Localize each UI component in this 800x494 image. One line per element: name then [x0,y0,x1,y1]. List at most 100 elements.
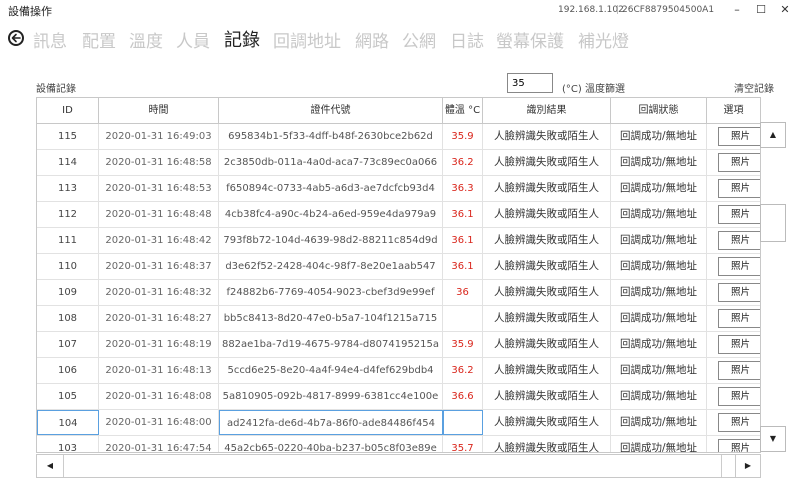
scroll-left-button[interactable]: ◀ [37,455,63,477]
horizontal-scrollbar[interactable]: ◀ [36,454,761,478]
table-row[interactable]: 104 2020-01-31 16:48:00 ad2412fa-de6d-4b7a… [37,410,760,436]
header-time[interactable]: 時間 [99,98,219,123]
cell-time: 2020-01-31 16:48:58 [99,150,219,175]
tab-fill-light[interactable]: 補光燈 [578,27,629,52]
cell-id: 105 [37,384,99,409]
tab-network[interactable]: 網路 [355,27,389,52]
cell-cert: 5ccd6e25-8e20-4a4f-94e4-d4fef629bdb4 [219,358,443,383]
cell-temp: 36.1 [443,202,483,227]
table-row[interactable]: 105 2020-01-31 16:48:08 5a810905-092b-4817… [37,384,760,410]
tab-callback-address[interactable]: 回調地址 [273,27,341,52]
scroll-thumb[interactable] [760,204,786,242]
cell-temp [443,306,483,331]
cell-callback: 回調成功/無地址 [611,150,707,175]
cell-cert: bb5c8413-8d20-47e0-b5a7-104f1215a715 [219,306,443,331]
cell-id: 109 [37,280,99,305]
table-row[interactable]: 111 2020-01-31 16:48:42 793f8b72-104d-4639… [37,228,760,254]
photo-button[interactable]: 照片 [718,361,760,380]
scroll-up-button[interactable]: ▲ [760,122,786,148]
vertical-scrollbar[interactable]: ▲ ▼ [760,122,786,452]
cell-callback: 回調成功/無地址 [611,306,707,331]
table-row[interactable]: 103 2020-01-31 16:47:54 45a2cb65-0220-40ba… [37,436,760,452]
title-bar: 設備操作 192.168.1.102 | 26CF8879504500A1 – … [0,0,800,20]
cell-temp: 36.1 [443,254,483,279]
header-options[interactable]: 選項 [707,98,760,123]
cell-cert: 2c3850db-011a-4a0d-aca7-73c89ec0a066 [219,150,443,175]
cell-result: 人臉辨識失敗或陌生人 [483,358,611,383]
header-callback[interactable]: 回調狀態 [611,98,707,123]
tab-messages[interactable]: 訊息 [33,27,67,52]
photo-button[interactable]: 照片 [718,205,760,224]
cell-time: 2020-01-31 16:48:37 [99,254,219,279]
photo-button[interactable]: 照片 [718,179,760,198]
cell-callback: 回調成功/無地址 [611,384,707,409]
photo-button[interactable]: 照片 [718,283,760,302]
table-row[interactable]: 113 2020-01-31 16:48:53 f650894c-0733-4ab5… [37,176,760,202]
table-row[interactable]: 107 2020-01-31 16:48:19 882ae1ba-7d19-4675… [37,332,760,358]
photo-button[interactable]: 照片 [718,335,760,354]
header-cert[interactable]: 證件代號 [219,98,443,123]
table-row[interactable]: 112 2020-01-31 16:48:48 4cb38fc4-a90c-4b24… [37,202,760,228]
cell-callback: 回調成功/無地址 [611,358,707,383]
cell-cert: 45a2cb65-0220-40ba-b237-b05c8f03e89e [219,436,443,452]
tab-personnel[interactable]: 人員 [176,27,210,52]
cell-result: 人臉辨識失敗或陌生人 [483,176,611,201]
cell-id: 114 [37,150,99,175]
cell-temp [443,410,483,435]
table-row[interactable]: 114 2020-01-31 16:48:58 2c3850db-011a-4a0d… [37,150,760,176]
cell-callback: 回調成功/無地址 [611,332,707,357]
photo-button[interactable]: 照片 [718,231,760,250]
header-result[interactable]: 識別結果 [483,98,611,123]
photo-button[interactable]: 照片 [718,127,760,146]
device-id: 26CF8879504500A1 [622,5,715,15]
cell-callback: 回調成功/無地址 [611,124,707,149]
scroll-down-button[interactable]: ▼ [760,426,786,452]
table-row[interactable]: 115 2020-01-31 16:49:03 695834b1-5f33-4dff… [37,124,760,150]
records-table: ID 時間 證件代號 體溫 °C 識別結果 回調狀態 選項 115 2020-01… [36,97,761,453]
cell-callback: 回調成功/無地址 [611,228,707,253]
photo-button[interactable]: 照片 [718,413,760,432]
table-row[interactable]: 110 2020-01-31 16:48:37 d3e62f52-2428-404c… [37,254,760,280]
cell-cert: ad2412fa-de6d-4b7a-86f0-ade84486f454 [219,410,443,435]
cell-id: 108 [37,306,99,331]
table-row[interactable]: 106 2020-01-31 16:48:13 5ccd6e25-8e20-4a4f… [37,358,760,384]
cell-result: 人臉辨識失敗或陌生人 [483,254,611,279]
temperature-filter-input[interactable] [507,73,553,93]
cell-id: 104 [37,410,99,435]
back-arrow-icon[interactable] [8,30,24,46]
table-row[interactable]: 109 2020-01-31 16:48:32 f24882b6-7769-4054… [37,280,760,306]
tab-log[interactable]: 日誌 [450,27,484,52]
cell-time: 2020-01-31 16:47:54 [99,436,219,452]
photo-button[interactable]: 照片 [718,309,760,328]
tab-config[interactable]: 配置 [82,27,116,52]
photo-button[interactable]: 照片 [718,257,760,276]
minimize-button[interactable]: – [728,2,746,18]
table-row[interactable]: 108 2020-01-31 16:48:27 bb5c8413-8d20-47e0… [37,306,760,332]
photo-button[interactable]: 照片 [718,439,760,452]
cell-cert: f650894c-0733-4ab5-a6d3-ae7dcfcb93d4 [219,176,443,201]
tab-records[interactable]: 記錄 [224,26,260,52]
cell-result: 人臉辨識失敗或陌生人 [483,202,611,227]
cell-time: 2020-01-31 16:48:27 [99,306,219,331]
tab-temperature[interactable]: 溫度 [129,27,163,52]
tab-public-network[interactable]: 公網 [402,27,436,52]
cell-result: 人臉辨識失敗或陌生人 [483,124,611,149]
cell-temp: 36 [443,280,483,305]
photo-button[interactable]: 照片 [718,387,760,406]
window-title: 設備操作 [8,5,52,18]
cell-id: 113 [37,176,99,201]
header-temp[interactable]: 體溫 °C [443,98,483,123]
scroll-right-button[interactable]: ▶ [735,454,761,478]
photo-button[interactable]: 照片 [718,153,760,172]
temperature-filter-label: (°C) 溫度篩選 [562,84,625,95]
cell-id: 111 [37,228,99,253]
clear-records-button[interactable]: 清空記錄 [734,80,774,95]
close-button[interactable]: ✕ [776,2,794,18]
maximize-button[interactable]: ☐ [752,2,770,18]
header-id[interactable]: ID [37,98,99,123]
cell-temp: 35.9 [443,332,483,357]
cell-cert: 882ae1ba-7d19-4675-9784-d8074195215a [219,332,443,357]
tab-screensaver[interactable]: 螢幕保護 [496,27,564,52]
cell-time: 2020-01-31 16:48:42 [99,228,219,253]
horizontal-scroll-track[interactable] [63,455,722,477]
